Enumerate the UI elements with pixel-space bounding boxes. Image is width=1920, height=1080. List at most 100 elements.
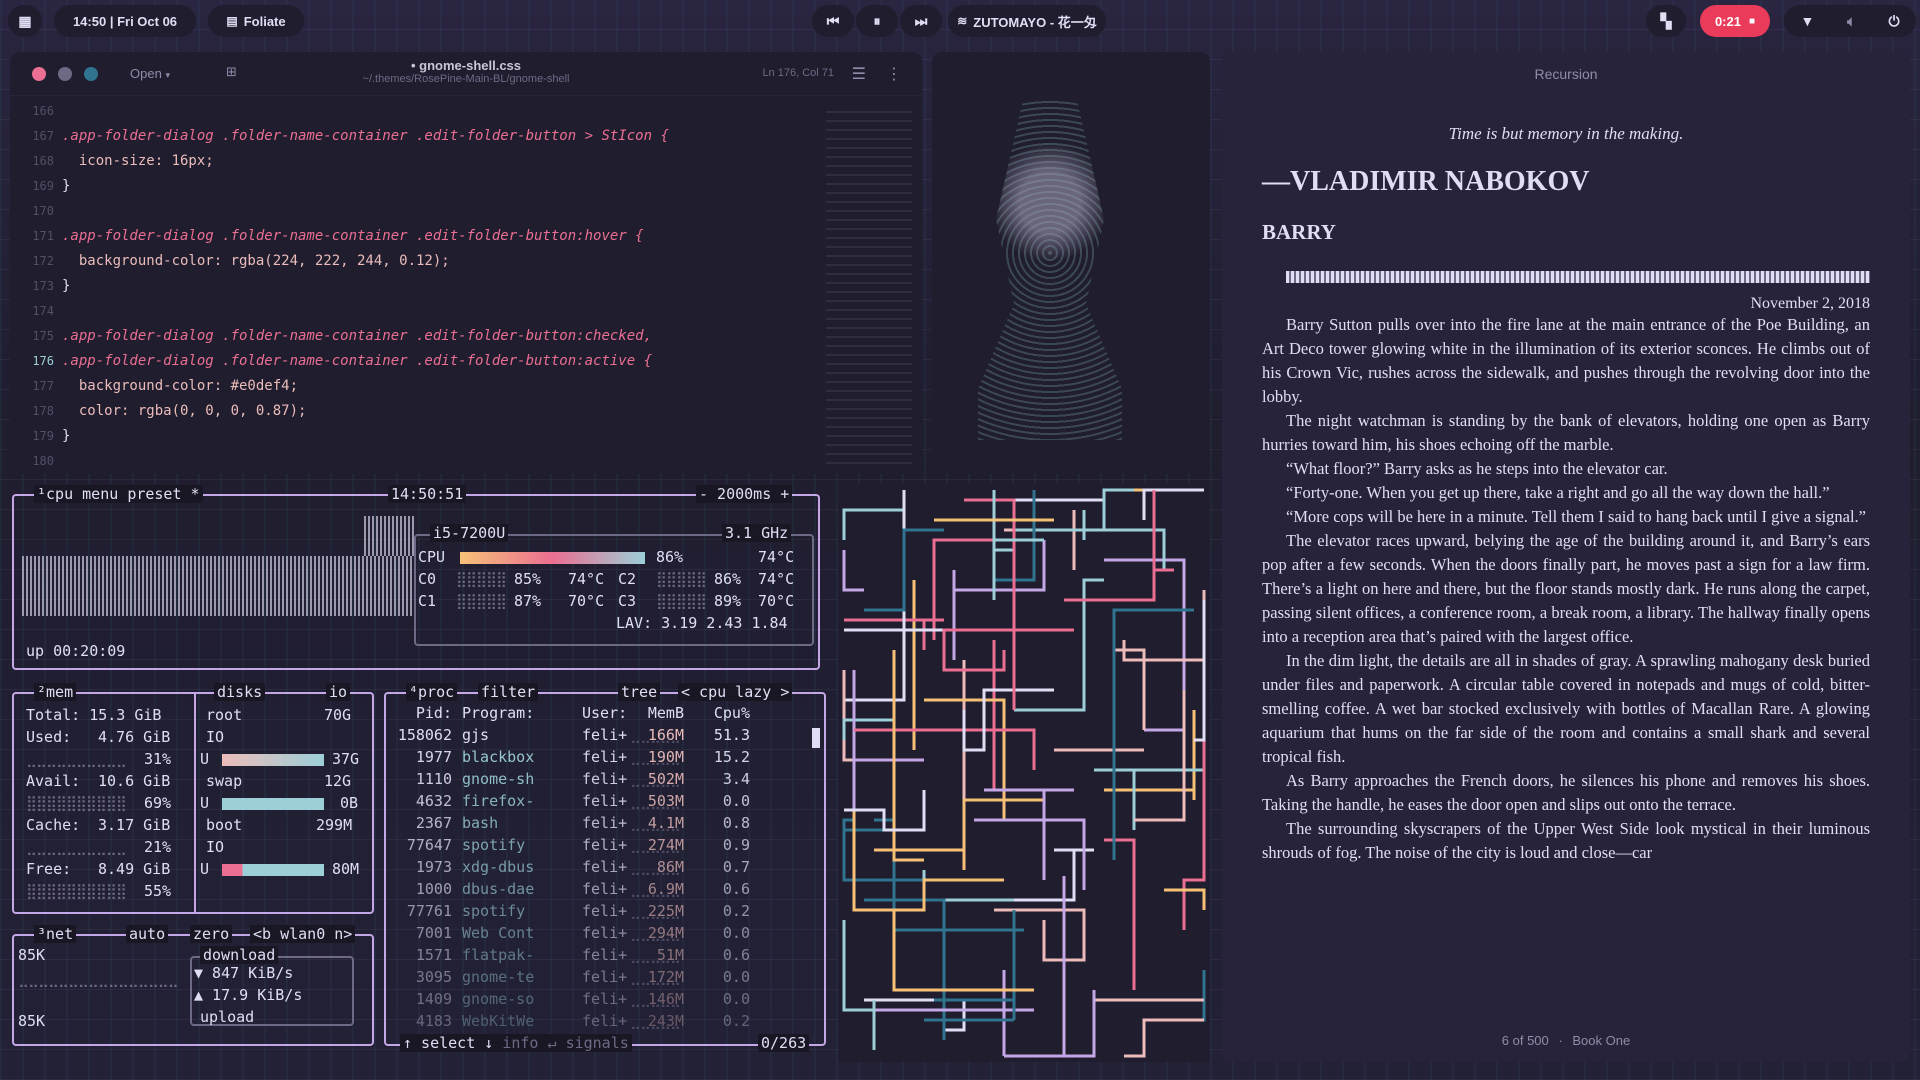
page-text: Barry Sutton pulls over into the fire la… [1262, 313, 1870, 865]
screen-recording-indicator[interactable]: 0:21 ■ [1700, 5, 1770, 37]
net-tab[interactable]: ³net [34, 925, 77, 943]
paragraph: “Forty-one. When you get up there, take … [1286, 483, 1830, 502]
code-line[interactable]: 167 .app-folder-dialog .folder-name-conta… [10, 123, 830, 148]
disk-used-bar [222, 864, 324, 876]
disk-used: 80M [332, 860, 360, 878]
window-switcher-button[interactable]: ▚ [1646, 5, 1686, 37]
more-options-icon[interactable]: ⋮ [886, 64, 902, 83]
mem-tab[interactable]: ²mem [34, 683, 77, 701]
disk-used: 0B [340, 794, 359, 812]
proc-tab[interactable]: ⁴proc [406, 683, 458, 701]
proc-user: feli+ [582, 946, 628, 964]
cpu-tab[interactable]: ¹cpu [37, 485, 73, 503]
focused-app-label: Foliate [243, 13, 286, 29]
pipe-segment [844, 720, 894, 832]
pipes-window [838, 484, 1210, 1062]
code-line[interactable]: 166 [10, 98, 830, 123]
line-number: 166 [32, 103, 54, 118]
proc-header[interactable]: MemB [634, 704, 684, 722]
clock[interactable]: 14:50 | Fri Oct 06 [54, 5, 196, 37]
proc-cpu-graph: ⣀⣀⣀⣀⣀ [630, 990, 681, 1008]
proc-header[interactable]: Cpu% [690, 704, 750, 722]
code-line[interactable]: 175 .app-folder-dialog .folder-name-conta… [10, 323, 830, 348]
menu-button[interactable]: menu [82, 485, 118, 503]
mem-used-pct: 31% [144, 750, 172, 768]
signals-hint[interactable]: signals [566, 1034, 629, 1052]
code-line[interactable]: 170 [10, 198, 830, 223]
text-editor-window: Open ▾ ⊞ • gnome-shell.css ~/.themes/Ros… [10, 52, 922, 474]
proc-header[interactable]: Program: [462, 704, 534, 722]
pipe-segment [1004, 848, 1094, 902]
io-tab[interactable]: io [326, 683, 351, 701]
line-text: } [62, 427, 71, 444]
uptime: up 00:20:09 [26, 642, 126, 660]
code-line[interactable]: 172 background-color: rgba(224, 222, 244… [10, 248, 830, 273]
pipe-segment [1112, 608, 1194, 860]
code-line[interactable]: 171 .app-folder-dialog .folder-name-conta… [10, 223, 830, 248]
disk-size: 70G [324, 706, 352, 724]
proc-pid: 1110 [415, 770, 452, 788]
volume-icon: 🔈︎ [1847, 12, 1856, 29]
previous-track-button[interactable]: ⏮ [812, 5, 854, 37]
net-auto-toggle[interactable]: auto [126, 925, 169, 943]
core-pct: 86% [714, 570, 742, 588]
proc-program: gnome-sh [462, 770, 535, 788]
pipe-segment [1124, 1018, 1204, 1058]
proc-scrollbar[interactable] [812, 728, 820, 748]
code-line[interactable]: 176 .app-folder-dialog .folder-name-conta… [10, 348, 830, 373]
activities-button[interactable]: ▦ [8, 5, 42, 37]
chapter-title: BARRY [1262, 220, 1336, 244]
reader-page[interactable]: Time is but memory in the making. —VLADI… [1262, 118, 1870, 865]
proc-box: ⁴proc filter tree < cpu lazy > Pid: Progr… [384, 683, 826, 1052]
line-number: 175 [32, 328, 54, 343]
code-line[interactable]: 179} [10, 423, 830, 448]
net-interface-select[interactable]: <b wlan0 n> [250, 925, 356, 943]
code-line[interactable]: 168 icon-size: 16px; [10, 148, 830, 173]
paragraph: The night watchman is standing by the ba… [1262, 411, 1870, 454]
code-line[interactable]: 180 [10, 448, 830, 473]
line-number: 168 [32, 153, 54, 168]
code-line[interactable]: 173} [10, 273, 830, 298]
proc-program: gnome-so [462, 990, 535, 1008]
focused-app-button[interactable]: ▤ Foliate [208, 5, 304, 37]
filter-button[interactable]: filter [478, 683, 539, 701]
proc-header[interactable]: User: [582, 704, 627, 722]
code-minimap[interactable] [826, 104, 912, 464]
mem-avail-pct: 69% [144, 794, 172, 812]
proc-cpu-graph: ⣀⣀⣀⣀⣀ [630, 880, 681, 898]
core-pct: 87% [514, 592, 542, 610]
pause-button[interactable]: ⏸ [856, 5, 898, 37]
info-hint[interactable]: info ↵ [502, 1034, 556, 1052]
code-line[interactable]: 169} [10, 173, 830, 198]
proc-cpu: 0.7 [722, 858, 750, 876]
net-zero-toggle[interactable]: zero [190, 925, 233, 943]
tree-toggle[interactable]: tree [618, 683, 661, 701]
cursor-position[interactable]: Ln 176, Col 71 [762, 67, 834, 79]
proc-cpu: 0.6 [722, 880, 750, 898]
disk-used-label: U [200, 750, 210, 768]
line-text: .app-folder-dialog .folder-name-containe… [62, 327, 653, 344]
proc-user: feli+ [582, 726, 628, 744]
proc-footer: ↑ select ↓ info ↵ signals [400, 1034, 632, 1052]
preset-button[interactable]: preset * [127, 485, 199, 503]
update-interval[interactable]: - 2000ms + [696, 485, 793, 503]
sort-selector[interactable]: < cpu lazy > [678, 683, 793, 701]
code-line[interactable]: 178 color: rgba(0, 0, 0, 0.87); [10, 398, 830, 423]
proc-pid: 7001 [415, 924, 452, 942]
select-hint[interactable]: ↑ select ↓ [403, 1034, 493, 1052]
proc-program: spotify [462, 836, 526, 854]
proc-header[interactable]: Pid: [392, 704, 452, 722]
net-scale-top: 85K [18, 946, 46, 964]
code-line[interactable]: 177 background-color: #e0def4; [10, 373, 830, 398]
disk-used-bar [222, 754, 324, 766]
code-line[interactable]: 174 [10, 298, 830, 323]
system-menu[interactable]: ▼ 🔈︎ ⏻ [1784, 5, 1916, 37]
next-track-button[interactable]: ⏭ [900, 5, 942, 37]
hamburger-menu-icon[interactable]: ☰ [852, 64, 866, 83]
core-pct: 89% [714, 592, 742, 610]
disks-tab[interactable]: disks [214, 683, 266, 701]
line-text: background-color: #e0def4; [62, 377, 299, 394]
now-playing[interactable]: ≋ ZUTOMAYO - 花一匁 [948, 5, 1106, 37]
windows-icon: ▚ [1660, 12, 1672, 29]
code-view[interactable]: 166 167 .app-folder-dialog .folder-name-co… [10, 98, 830, 473]
